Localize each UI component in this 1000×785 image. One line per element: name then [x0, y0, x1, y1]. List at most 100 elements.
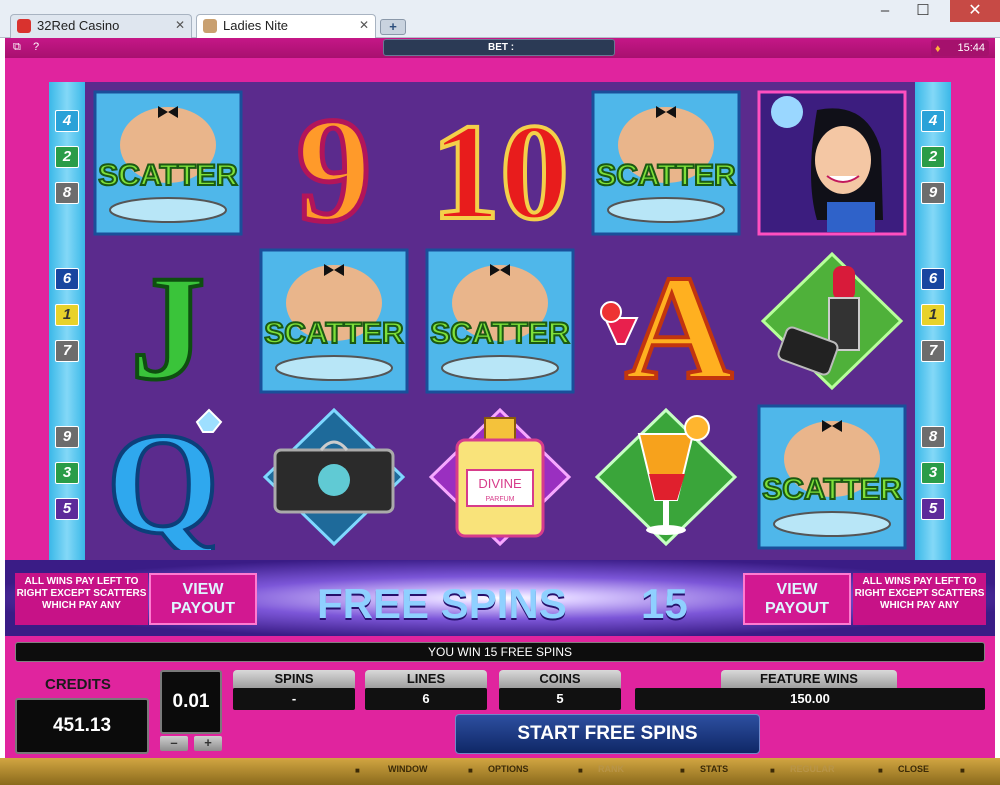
spins-label: SPINS: [233, 670, 355, 688]
coins-value: 5: [499, 688, 621, 710]
line-marker[interactable]: 6: [55, 268, 79, 290]
perfume-brand: DIVINE: [478, 476, 522, 491]
a-letter: A: [625, 248, 733, 394]
purse-icon: [262, 407, 406, 547]
minimize-button[interactable]: –: [870, 0, 900, 22]
scatter-symbol-art: SCATTER: [591, 90, 741, 236]
line-marker[interactable]: 8: [921, 426, 945, 448]
nine-number: 9: [297, 90, 372, 236]
feature-wins-value: 150.00: [635, 688, 985, 710]
j-symbol: J: [91, 246, 245, 396]
perfume-icon: DIVINE PARFUM: [428, 407, 572, 547]
game-icon: [203, 19, 217, 33]
close-tab-icon[interactable]: ✕: [175, 18, 185, 32]
cocktail-icon: [594, 407, 738, 547]
tab-32red-casino[interactable]: 32Red Casino ✕: [10, 14, 192, 38]
scatter-text: SCATTER: [596, 159, 736, 192]
reel-3: 10 SCATTER DIVINE PARFUM: [417, 82, 583, 560]
line-marker[interactable]: 4: [921, 110, 945, 132]
flame-icon: ♦: [935, 43, 941, 55]
scatter-text: SCATTER: [98, 159, 238, 192]
scatter-symbol-art: SCATTER: [425, 248, 575, 394]
nine-symbol-art: 9: [294, 90, 374, 236]
tab-ladies-nite[interactable]: Ladies Nite ✕: [196, 14, 376, 38]
lady-symbol: [755, 88, 909, 238]
j-symbol-art: J: [129, 248, 208, 394]
reels-area: SCATTER J Q 9 SCATTER 10 SCATTER DIVINE …: [85, 82, 915, 560]
line-marker[interactable]: 5: [55, 498, 79, 520]
scatter-symbol: SCATTER: [755, 402, 909, 552]
ten-symbol-art: 10: [429, 93, 571, 236]
maximize-button[interactable]: ☐: [908, 0, 938, 22]
free-spins-label: FREE SPINS: [317, 580, 567, 627]
coin-increase-button[interactable]: +: [194, 736, 222, 751]
line-marker[interactable]: 2: [921, 146, 945, 168]
lady-portrait-icon: [757, 90, 907, 236]
scatter-text: SCATTER: [430, 317, 570, 350]
ten-number: 10: [431, 95, 569, 236]
menu-stats[interactable]: STATS: [700, 764, 728, 774]
game-top-bar: ⧉ ? BET : ♦ 15:44: [5, 38, 995, 58]
tab-label: 32Red Casino: [37, 18, 120, 33]
view-payout-button-right[interactable]: VIEW PAYOUT: [743, 573, 851, 625]
scatter-symbol: SCATTER: [257, 246, 411, 396]
window-mode-icon[interactable]: ⧉: [13, 41, 21, 54]
perfume-sub: PARFUM: [485, 496, 514, 503]
line-marker[interactable]: 3: [921, 462, 945, 484]
spins-value: -: [233, 688, 355, 710]
j-letter: J: [131, 248, 206, 394]
line-marker[interactable]: 1: [921, 304, 945, 326]
scatter-symbol-art: SCATTER: [93, 90, 243, 236]
line-marker[interactable]: 9: [921, 182, 945, 204]
bet-display: BET :: [383, 39, 615, 56]
close-tab-icon[interactable]: ✕: [359, 18, 369, 32]
q-symbol: Q: [91, 402, 245, 552]
scatter-symbol: SCATTER: [423, 246, 577, 396]
purse-symbol: [257, 402, 411, 552]
coins-label: COINS: [499, 670, 621, 688]
close-window-button[interactable]: ✕: [950, 0, 1000, 22]
free-spins-count: 15: [641, 580, 688, 627]
menu-regular: REGULAR: [790, 764, 835, 774]
credits-value: 451.13: [15, 698, 149, 754]
menu-options[interactable]: OPTIONS: [488, 764, 529, 774]
line-marker[interactable]: 7: [921, 340, 945, 362]
coin-size-value: 0.01: [160, 670, 222, 734]
cocktail-symbol: [589, 402, 743, 552]
reel-1: SCATTER J Q: [85, 82, 251, 560]
line-marker[interactable]: 1: [55, 304, 79, 326]
lipstick-symbol: [755, 246, 909, 396]
line-marker[interactable]: 9: [55, 426, 79, 448]
line-marker[interactable]: 6: [921, 268, 945, 290]
line-marker[interactable]: 4: [55, 110, 79, 132]
line-marker[interactable]: 2: [55, 146, 79, 168]
start-free-spins-button[interactable]: START FREE SPINS: [455, 714, 760, 754]
scatter-symbol-art: SCATTER: [259, 248, 409, 394]
ten-symbol: 10: [423, 88, 577, 238]
new-tab-button[interactable]: +: [380, 19, 406, 35]
view-payout-button-left[interactable]: VIEW PAYOUT: [149, 573, 257, 625]
message-bar: YOU WIN 15 FREE SPINS: [15, 642, 985, 662]
line-marker[interactable]: 5: [921, 498, 945, 520]
slot-game: ⧉ ? BET : ♦ 15:44 4 2 8 6 1 7 9 3 5 4 2 …: [5, 38, 995, 758]
perfume-symbol: DIVINE PARFUM: [423, 402, 577, 552]
q-symbol-art: Q: [105, 404, 223, 550]
tab-label: Ladies Nite: [223, 18, 289, 33]
line-numbers-left: 4 2 8 6 1 7 9 3 5: [49, 82, 85, 560]
line-marker[interactable]: 7: [55, 340, 79, 362]
nine-symbol: 9: [257, 88, 411, 238]
line-marker[interactable]: 8: [55, 182, 79, 204]
a-symbol: A: [589, 246, 743, 396]
help-icon[interactable]: ?: [33, 41, 39, 53]
clock: ♦ 15:44: [931, 40, 989, 56]
reel-2: 9 SCATTER: [251, 82, 417, 560]
browser-chrome: 32Red Casino ✕ Ladies Nite ✕ + – ☐ ✕: [0, 0, 1000, 38]
coin-decrease-button[interactable]: –: [160, 736, 188, 751]
scatter-text: SCATTER: [264, 317, 404, 350]
reel-4: SCATTER A: [583, 82, 749, 560]
credits-label: CREDITS: [45, 676, 111, 693]
menu-rank: RANK: [598, 764, 624, 774]
menu-close[interactable]: CLOSE: [898, 764, 929, 774]
line-marker[interactable]: 3: [55, 462, 79, 484]
menu-window[interactable]: WINDOW: [388, 764, 428, 774]
